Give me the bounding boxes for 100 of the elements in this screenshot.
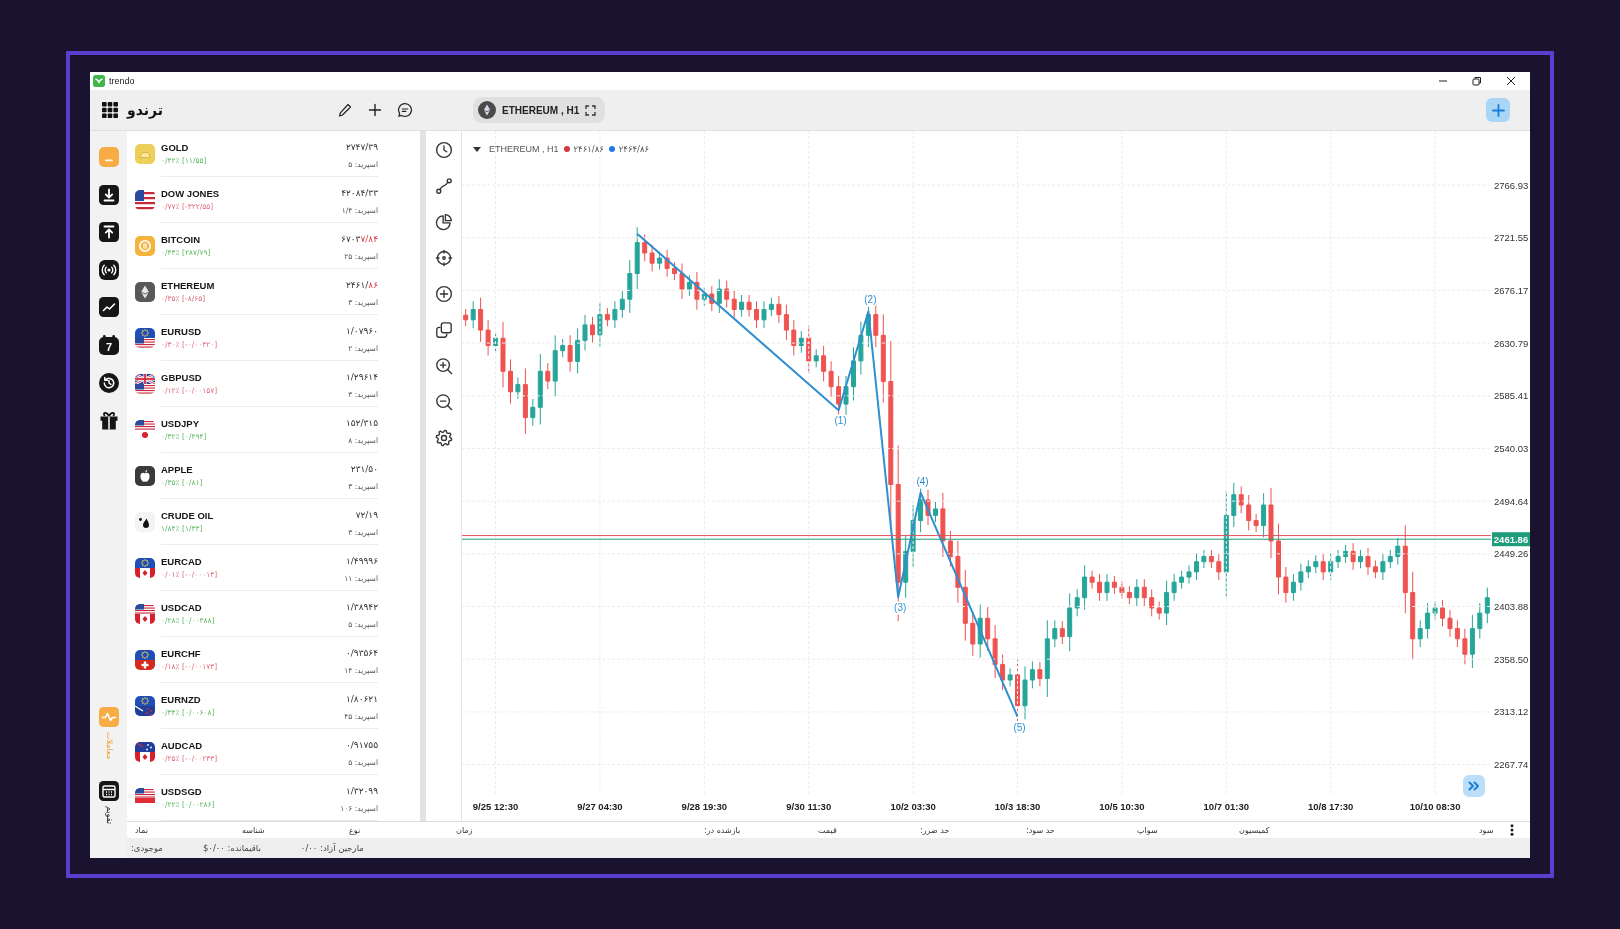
symbol-price: ۷۲/۱۹: [355, 509, 378, 522]
flag-icon: [135, 742, 155, 762]
price-axis-label: 2721.55: [1494, 232, 1529, 244]
column-header: نوع: [349, 825, 361, 835]
scroll-to-latest-button[interactable]: [1463, 775, 1485, 797]
close-icon[interactable]: [1506, 76, 1516, 86]
column-header: قیمت: [818, 825, 837, 835]
symbol-name[interactable]: USDCAD: [161, 601, 202, 614]
copy-icon[interactable]: [434, 321, 453, 339]
symbol-price: ۲۳۱/۵۰: [350, 463, 378, 476]
flag-icon: [135, 696, 155, 716]
price-axis-label: 2676.17: [1494, 284, 1529, 296]
symbol-name[interactable]: AUDCAD: [161, 739, 203, 752]
legend-title: ETHEREUM , H1: [489, 144, 559, 154]
price-axis-label: 2403.88: [1494, 601, 1529, 613]
download-icon[interactable]: [98, 184, 119, 205]
symbol-name[interactable]: GBPUSD: [161, 371, 202, 384]
flag-icon: [135, 558, 155, 578]
column-header: نماد: [135, 825, 148, 835]
price-axis-label: 2358.50: [1494, 653, 1529, 665]
price-axis-label: 2267.74: [1494, 759, 1529, 771]
app-name: ترندو: [127, 102, 163, 118]
more-icon[interactable]: [1510, 824, 1514, 836]
symbol-price: ۱/۰۷۹۶۰: [345, 325, 378, 338]
column-header: شناسه: [242, 825, 265, 835]
column-header: سود: [1479, 825, 1494, 835]
wave-line[interactable]: [636, 232, 1019, 718]
clock-icon[interactable]: [434, 141, 453, 159]
nav-label[interactable]: تقویم: [104, 806, 113, 824]
window-title: trendo: [109, 76, 135, 86]
price-axis-label: 2766.93: [1494, 179, 1529, 191]
price-axis-label: 2630.79: [1494, 337, 1529, 349]
settings-icon[interactable]: [434, 429, 453, 447]
flag-icon: [135, 420, 155, 440]
time-axis-label: 10/8 17:30: [1307, 801, 1354, 812]
symbol-name[interactable]: USDSGD: [161, 785, 202, 798]
pencil-icon[interactable]: [337, 102, 353, 118]
wave-label: (1): [834, 415, 847, 427]
flag-icon: [135, 190, 155, 210]
symbol-name[interactable]: EURUSD: [161, 325, 202, 338]
scrollbar[interactable]: [420, 131, 426, 821]
column-header: کمیسیون: [1239, 825, 1270, 835]
symbol-name[interactable]: ETHEREUM: [161, 279, 215, 292]
flag-icon: [135, 604, 155, 624]
flag-icon: [135, 374, 155, 394]
upload-icon[interactable]: [98, 222, 119, 243]
symbol-name[interactable]: USDJPY: [161, 417, 199, 430]
symbol-price: ۱/۳۸۹۴۲: [345, 601, 378, 614]
chart-tab[interactable]: ETHEREUM , H1: [473, 97, 606, 123]
symbol-name[interactable]: GOLD: [161, 141, 189, 154]
price-axis-label: 2313.12: [1494, 706, 1529, 718]
app-logo-icon: [93, 75, 105, 87]
symbol-price: ۶۷۰۳۷/۸۴: [341, 233, 378, 246]
pie-chart-icon[interactable]: [434, 213, 453, 231]
diamond-coin-icon: [135, 282, 155, 302]
symbol-name[interactable]: EURCHF: [161, 647, 201, 660]
double-chevron-icon: [1468, 781, 1480, 791]
time-axis-label: 10/10 08:30: [1409, 801, 1461, 812]
price-axis-label: 2449.26: [1494, 548, 1529, 560]
column-header: سواپ: [1137, 825, 1158, 835]
plus-circle-icon[interactable]: [434, 285, 453, 303]
column-header: زمان: [456, 825, 473, 835]
curve-tool-icon[interactable]: [434, 177, 453, 195]
calendar-day-icon[interactable]: 7: [98, 334, 119, 355]
apple-icon: [135, 466, 155, 486]
diamond-coin-icon: [478, 101, 496, 119]
plus-icon[interactable]: [367, 102, 383, 118]
symbol-price: ۴۲۰۸۴/۳۳: [341, 187, 378, 200]
wave-label: (5): [1013, 721, 1026, 733]
broadcast-icon[interactable]: [98, 259, 119, 280]
symbol-name[interactable]: APPLE: [161, 463, 193, 476]
legend-value: ۲۴۶۱/۸۶: [573, 144, 604, 154]
apps-menu-icon[interactable]: [102, 102, 118, 118]
symbol-price: ۱/۲۹۶۱۴: [345, 371, 378, 384]
symbol-name[interactable]: CRUDE OIL: [161, 509, 214, 522]
symbol-name[interactable]: EURNZD: [161, 693, 201, 706]
symbol-price: ۲۴۶۱/۸۶: [345, 279, 378, 292]
caret-down-icon[interactable]: [473, 146, 481, 152]
gift-icon[interactable]: [98, 410, 119, 431]
price-axis-label: 2494.64: [1494, 495, 1529, 507]
symbol-name[interactable]: DOW JONES: [161, 187, 220, 200]
restore-icon[interactable]: [1472, 76, 1482, 86]
crosshair-icon[interactable]: [434, 249, 453, 267]
coin-icon: [135, 236, 155, 256]
add-button[interactable]: [1486, 98, 1510, 122]
fullscreen-icon[interactable]: [585, 104, 597, 116]
zoom-out-icon[interactable]: [434, 393, 453, 411]
symbol-price: ۱/۸۰۶۲۱: [345, 693, 378, 706]
account-summary-item: مارجین آزاد: ۰/۰۰: [300, 843, 364, 853]
symbol-name[interactable]: EURCAD: [161, 555, 202, 568]
symbol-name[interactable]: BITCOIN: [161, 233, 201, 246]
calendar-icon[interactable]: [98, 781, 119, 802]
oil-drop-icon: [135, 512, 155, 532]
plus-icon: [1491, 103, 1505, 117]
legend-value: ۲۴۶۴/۸۶: [618, 144, 650, 154]
history-icon[interactable]: [98, 372, 119, 393]
ingot-icon: [135, 144, 155, 164]
chat-bubble-icon[interactable]: [397, 102, 413, 118]
column-header: حد سود:: [1026, 825, 1055, 835]
zoom-in-icon[interactable]: [434, 357, 453, 375]
